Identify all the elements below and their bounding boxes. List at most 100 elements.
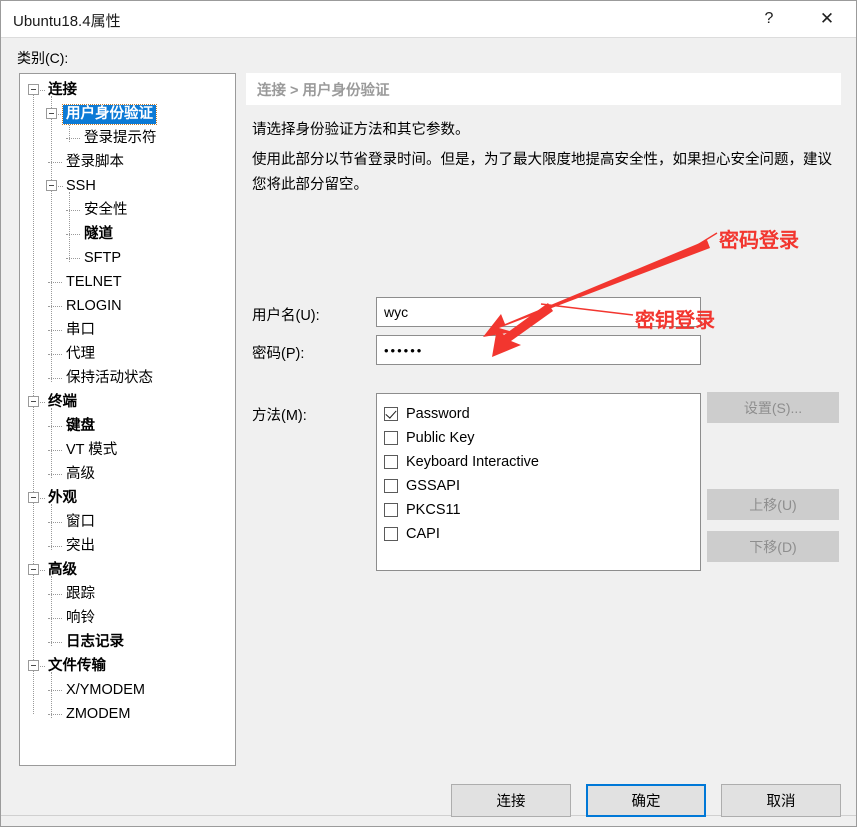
- tree-item[interactable]: 安全性: [20, 198, 131, 222]
- tree-item[interactable]: 突出: [20, 534, 98, 558]
- method-item-label: Public Key: [406, 430, 475, 446]
- move-down-button[interactable]: 下移(D): [707, 531, 839, 562]
- tree-item-label: SFTP: [84, 249, 122, 266]
- checkbox-icon[interactable]: [384, 455, 398, 469]
- tree-item-label: RLOGIN: [66, 297, 122, 314]
- tree-item-label: 键盘: [66, 417, 95, 434]
- tree-item[interactable]: 隧道: [20, 222, 116, 246]
- tree-item-label: 外观: [48, 489, 77, 506]
- description-line-2: 使用此部分以节省登录时间。但是，为了最大限度地提高安全性，如果担心安全问题，建议…: [252, 152, 832, 193]
- tree-item-label: 用户身份验证: [62, 103, 157, 125]
- tree-item-label: 串口: [66, 321, 95, 338]
- tree-item-label: 高级: [66, 465, 95, 482]
- method-item[interactable]: PKCS11: [384, 498, 700, 522]
- tree-item-label: 窗口: [66, 513, 95, 530]
- tree-item[interactable]: 高级: [20, 462, 98, 486]
- password-mask: ••••••: [384, 342, 424, 358]
- password-input[interactable]: ••••••: [376, 335, 701, 365]
- tree-item-label: 跟踪: [66, 585, 95, 602]
- tree-item[interactable]: VT 模式: [20, 438, 120, 462]
- tree-expander-icon[interactable]: [28, 492, 39, 503]
- tree-item-label: 连接: [48, 81, 77, 98]
- tree-item[interactable]: 高级: [20, 558, 80, 582]
- breadcrumb: 连接 > 用户身份验证: [246, 73, 841, 105]
- tree-expander-icon[interactable]: [28, 84, 39, 95]
- tree-item[interactable]: TELNET: [20, 270, 125, 294]
- tree-item[interactable]: 用户身份验证: [20, 102, 157, 126]
- tree-item-label: 保持活动状态: [66, 369, 153, 386]
- title-bar: Ubuntu18.4属性 ? ✕: [1, 1, 856, 38]
- tree-item[interactable]: 连接: [20, 78, 80, 102]
- settings-button[interactable]: 设置(S)...: [707, 392, 839, 423]
- tree-item-label: TELNET: [66, 273, 122, 290]
- checkbox-icon[interactable]: [384, 431, 398, 445]
- tree-expander-icon[interactable]: [46, 108, 57, 119]
- tree-item[interactable]: 响铃: [20, 606, 98, 630]
- checkbox-icon[interactable]: [384, 479, 398, 493]
- tree-item-label: ZMODEM: [66, 705, 131, 722]
- help-icon[interactable]: ?: [746, 1, 792, 37]
- tree-item-label: SSH: [66, 177, 96, 194]
- tree-item-label: 突出: [66, 537, 95, 554]
- close-icon[interactable]: ✕: [804, 1, 850, 37]
- method-item-label: Keyboard Interactive: [406, 454, 539, 470]
- tree-item[interactable]: RLOGIN: [20, 294, 125, 318]
- tree-item-label: X/YMODEM: [66, 681, 145, 698]
- tree-item[interactable]: ZMODEM: [20, 702, 133, 726]
- description-line-1: 请选择身份验证方法和其它参数。: [252, 122, 470, 138]
- tree-item[interactable]: 串口: [20, 318, 98, 342]
- category-tree[interactable]: 连接用户身份验证登录提示符登录脚本 SSH 安全性隧道 SFTP TELNET RLOGI…: [19, 73, 236, 766]
- method-item[interactable]: Public Key: [384, 426, 700, 450]
- window-title: Ubuntu18.4属性: [13, 13, 121, 30]
- tree-item-label: VT 模式: [66, 441, 118, 458]
- move-up-button[interactable]: 上移(U): [707, 489, 839, 520]
- method-item[interactable]: GSSAPI: [384, 474, 700, 498]
- method-label: 方法(M):: [252, 408, 307, 424]
- method-item[interactable]: CAPI: [384, 522, 700, 546]
- tree-expander-icon[interactable]: [28, 564, 39, 575]
- ok-button[interactable]: 确定: [586, 784, 706, 817]
- tree-item[interactable]: 窗口: [20, 510, 98, 534]
- method-item-label: CAPI: [406, 526, 440, 542]
- tree-item-label: 安全性: [84, 201, 128, 218]
- username-label: 用户名(U):: [252, 308, 320, 324]
- tree-item[interactable]: 外观: [20, 486, 80, 510]
- checkbox-icon[interactable]: [384, 503, 398, 517]
- checkbox-icon[interactable]: [384, 407, 398, 421]
- tree-item[interactable]: 登录提示符: [20, 126, 160, 150]
- tree-expander-icon[interactable]: [28, 396, 39, 407]
- tree-item[interactable]: 终端: [20, 390, 80, 414]
- password-label: 密码(P):: [252, 346, 305, 362]
- tree-item[interactable]: 日志记录: [20, 630, 127, 654]
- tree-item[interactable]: 键盘: [20, 414, 98, 438]
- tree-item-label: 日志记录: [66, 633, 124, 650]
- tree-item[interactable]: 代理: [20, 342, 98, 366]
- tree-item-label: 代理: [66, 345, 95, 362]
- method-item-label: PKCS11: [406, 502, 461, 518]
- tree-item[interactable]: X/YMODEM: [20, 678, 148, 702]
- tree-item-label: 高级: [48, 561, 77, 578]
- tree-item[interactable]: 保持活动状态: [20, 366, 156, 390]
- tree-item[interactable]: SFTP: [20, 246, 124, 270]
- annotation-key-login: 密钥登录: [635, 310, 715, 332]
- connect-button[interactable]: 连接: [451, 784, 571, 817]
- tree-item-label: 登录提示符: [84, 129, 157, 146]
- tree-expander-icon[interactable]: [46, 180, 57, 191]
- method-item[interactable]: Keyboard Interactive: [384, 450, 700, 474]
- properties-dialog: Ubuntu18.4属性 ? ✕ 类别(C): 连接 用户身份验证 登录提示符 登录脚…: [0, 0, 857, 827]
- method-item-label: GSSAPI: [406, 478, 460, 494]
- method-listbox[interactable]: Password Public Key Keyboard Interactive GS…: [376, 393, 701, 571]
- tree-item-label: 终端: [48, 393, 77, 410]
- tree-item-label: 隧道: [84, 225, 113, 242]
- tree-expander-icon[interactable]: [28, 660, 39, 671]
- cancel-button[interactable]: 取消: [721, 784, 841, 817]
- tree-item[interactable]: 文件传输: [20, 654, 109, 678]
- tree-item[interactable]: 登录脚本: [20, 150, 127, 174]
- category-label: 类别(C):: [17, 50, 69, 66]
- method-item[interactable]: Password: [384, 402, 700, 426]
- tree-item-label: 响铃: [66, 609, 95, 626]
- checkbox-icon[interactable]: [384, 527, 398, 541]
- content-pane: 连接 > 用户身份验证 请选择身份验证方法和其它参数。 使用此部分以节省登录时间…: [246, 73, 841, 766]
- tree-item[interactable]: 跟踪: [20, 582, 98, 606]
- tree-item[interactable]: SSH: [20, 174, 99, 198]
